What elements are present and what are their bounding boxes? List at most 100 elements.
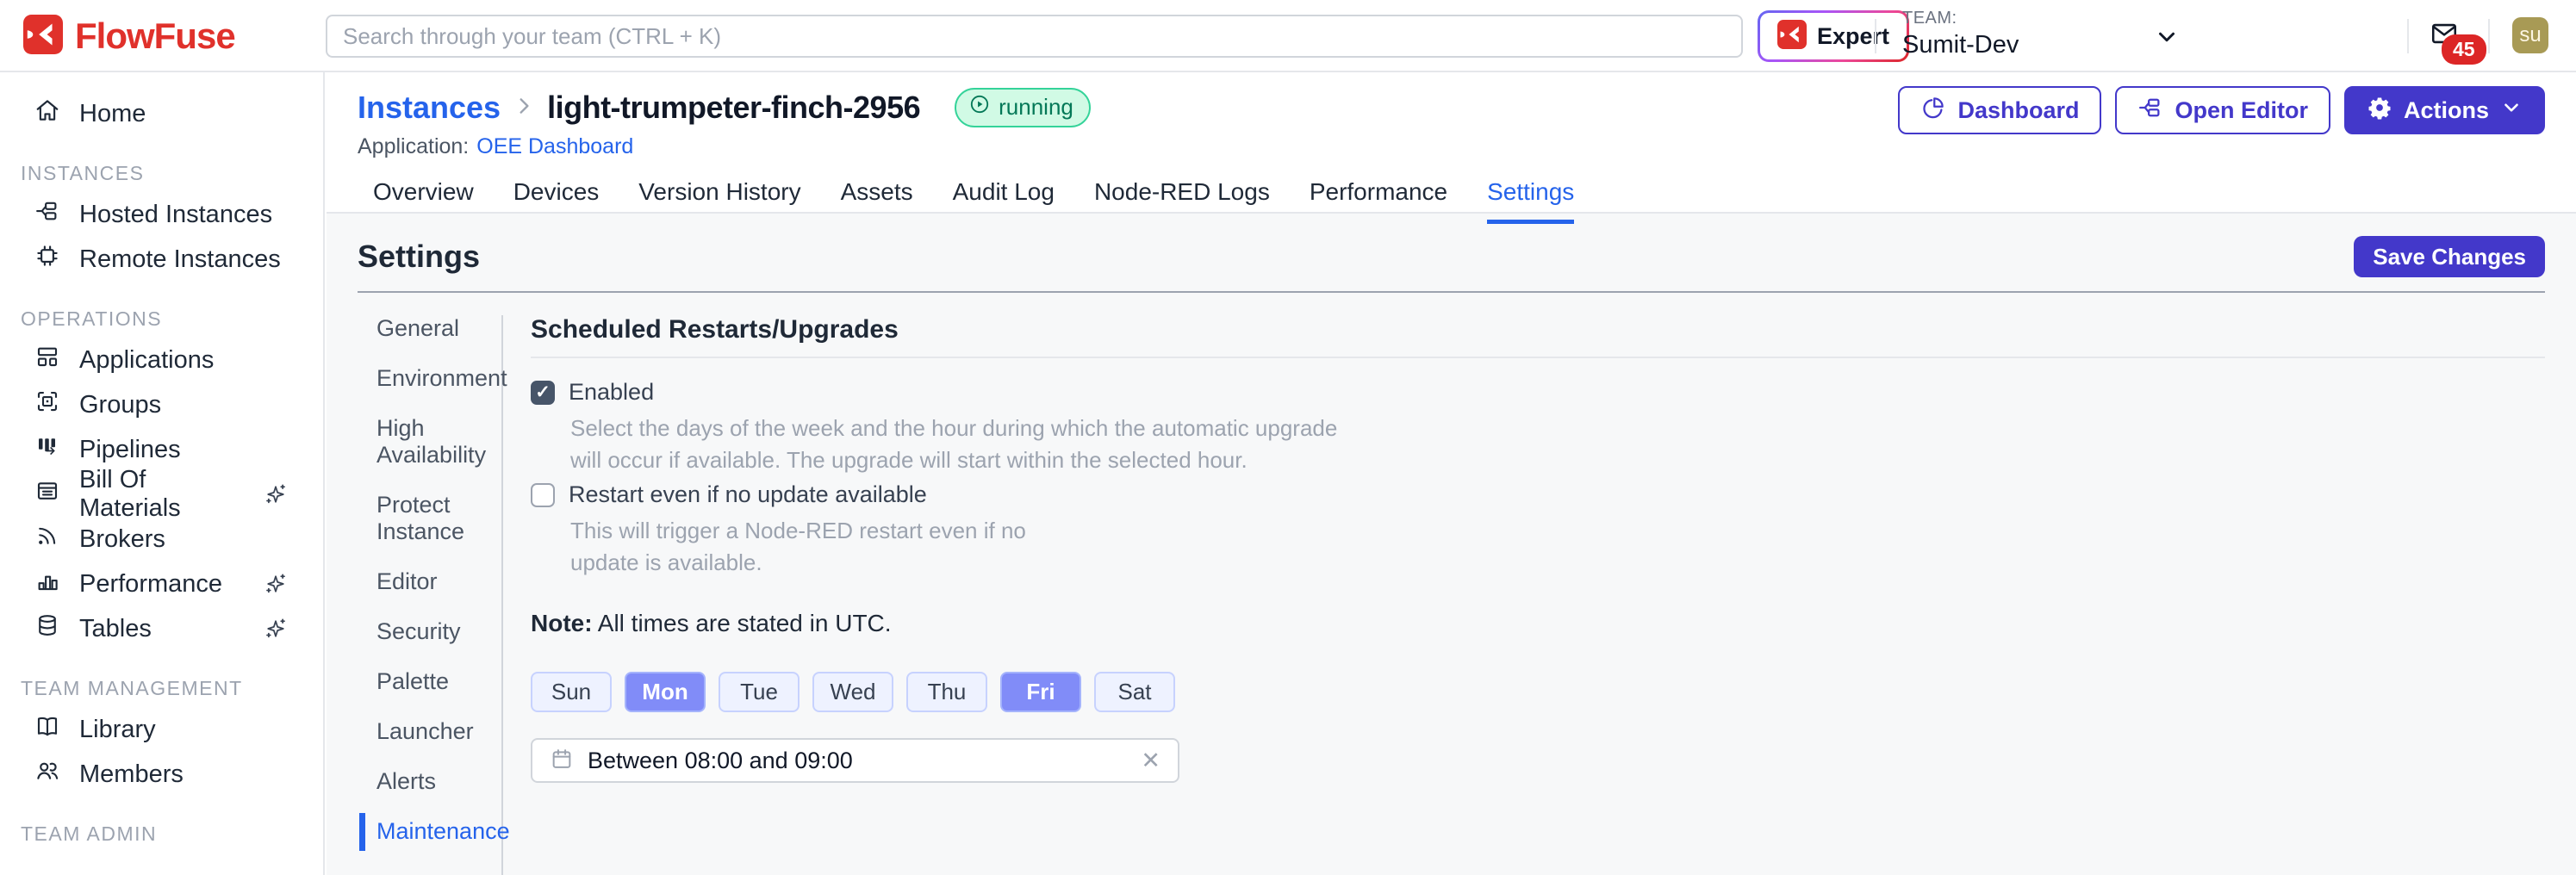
schedule-time-input[interactable]: Between 08:00 and 09:00 ✕ [531, 738, 1179, 783]
notifications-button[interactable]: 45 [2428, 19, 2461, 53]
sidebar-item-library[interactable]: Library [0, 707, 323, 752]
status-text: running [999, 94, 1073, 121]
sidebar-item-tables[interactable]: Tables [0, 606, 323, 651]
sidebar-item-performance[interactable]: Performance [0, 562, 323, 606]
sidebar-section-operations: OPERATIONS [21, 307, 323, 331]
top-bar: FlowFuse Expert TEAM: Sumit-Dev 45 su [0, 0, 2576, 72]
pipelines-icon [34, 433, 60, 466]
sidebar-item-applications[interactable]: Applications [0, 338, 323, 382]
dashboard-button[interactable]: Dashboard [1898, 86, 2101, 134]
day-button-fri[interactable]: Fri [1000, 672, 1081, 712]
sidebar-item-label: Remote Instances [79, 245, 281, 274]
play-circle-icon [968, 93, 991, 121]
utc-note: Note: All times are stated in UTC. [531, 610, 2545, 637]
breadcrumb-instances-link[interactable]: Instances [358, 90, 501, 126]
sidebar-item-remote-instances[interactable]: Remote Instances [0, 237, 323, 282]
main-content: Instances light-trumpeter-finch-2956 run… [327, 72, 2576, 875]
sidebar-section-instances: INSTANCES [21, 162, 323, 185]
sidebar-item-home[interactable]: Home [0, 91, 323, 136]
application-label: Application: [358, 134, 469, 159]
gear-icon [2367, 95, 2392, 127]
settings-nav-palette[interactable]: Palette [376, 668, 501, 695]
settings-nav-editor[interactable]: Editor [376, 568, 501, 595]
sidebar-section-team-management: TEAM MANAGEMENT [21, 677, 323, 700]
day-button-thu[interactable]: Thu [906, 672, 987, 712]
team-selector[interactable]: TEAM: Sumit-Dev [1902, 9, 2019, 59]
day-button-mon[interactable]: Mon [625, 672, 706, 712]
pie-chart-icon [1920, 95, 1946, 127]
open-editor-button[interactable]: Open Editor [2115, 86, 2330, 134]
expert-flowfuse-icon [1777, 20, 1807, 53]
settings-nav-protect-instance[interactable]: Protect Instance [376, 492, 501, 545]
tab-devices[interactable]: Devices [513, 178, 600, 224]
settings-nav-security[interactable]: Security [376, 618, 501, 645]
schedule-time-text: Between 08:00 and 09:00 [588, 748, 853, 774]
tab-version-history[interactable]: Version History [638, 178, 800, 224]
tab-audit-log[interactable]: Audit Log [953, 178, 1055, 224]
sidebar-item-label: Members [79, 760, 184, 789]
book-icon [34, 713, 60, 746]
sidebar-item-members[interactable]: Members [0, 752, 323, 797]
enabled-checkbox[interactable]: ✓ [531, 381, 555, 405]
header-divider [2488, 19, 2490, 53]
broker-signal-icon [34, 523, 60, 555]
instance-header: Instances light-trumpeter-finch-2956 run… [327, 72, 2576, 214]
sparkle-icon [263, 571, 289, 597]
settings-nav: General Environment High Availability Pr… [358, 315, 501, 875]
database-icon [34, 612, 60, 645]
chevron-down-icon[interactable] [2154, 24, 2180, 54]
sidebar-item-groups[interactable]: Groups [0, 382, 323, 427]
sidebar-item-label: Hosted Instances [79, 201, 272, 229]
tab-node-red-logs[interactable]: Node-RED Logs [1094, 178, 1270, 224]
team-label: TEAM: [1902, 9, 2019, 28]
save-changes-button[interactable]: Save Changes [2354, 236, 2545, 277]
day-button-tue[interactable]: Tue [719, 672, 800, 712]
day-button-sat[interactable]: Sat [1094, 672, 1175, 712]
settings-section: Settings Save Changes General Environmen… [327, 214, 2576, 875]
sparkle-icon [263, 481, 289, 507]
instance-name: light-trumpeter-finch-2956 [547, 90, 920, 126]
groups-chip-icon [34, 388, 60, 421]
settings-nav-general[interactable]: General [376, 315, 501, 342]
team-name: Sumit-Dev [1902, 31, 2019, 59]
flow-nodes-icon [34, 198, 60, 231]
tab-assets[interactable]: Assets [841, 178, 913, 224]
status-badge: running [955, 88, 1091, 127]
sidebar-item-bill-of-materials[interactable]: Bill Of Materials [0, 472, 323, 517]
settings-nav-environment[interactable]: Environment [376, 365, 501, 392]
tab-performance[interactable]: Performance [1310, 178, 1447, 224]
day-button-sun[interactable]: Sun [531, 672, 612, 712]
actions-button-label: Actions [2404, 97, 2489, 124]
sidebar-item-label: Library [79, 716, 156, 744]
enabled-description: Select the days of the week and the hour… [570, 413, 2545, 476]
actions-button[interactable]: Actions [2344, 86, 2545, 134]
clear-schedule-icon[interactable]: ✕ [1141, 748, 1160, 774]
sidebar-item-label: Brokers [79, 525, 165, 554]
application-link[interactable]: OEE Dashboard [476, 134, 633, 159]
settings-nav-launcher[interactable]: Launcher [376, 718, 501, 745]
tab-overview[interactable]: Overview [373, 178, 474, 224]
settings-nav-maintenance[interactable]: Maintenance [376, 818, 501, 845]
sidebar-item-hosted-instances[interactable]: Hosted Instances [0, 192, 323, 237]
flowfuse-logo-icon [23, 15, 63, 59]
tab-settings[interactable]: Settings [1487, 178, 1574, 224]
settings-nav-high-availability[interactable]: High Availability [376, 415, 501, 469]
avatar[interactable]: su [2512, 17, 2548, 53]
bill-of-materials-icon [34, 478, 60, 511]
restart-label: Restart even if no update available [569, 481, 927, 508]
breadcrumb-chevron-icon [513, 95, 535, 121]
restart-checkbox[interactable]: ✓ [531, 483, 555, 507]
expert-button[interactable]: Expert [1758, 10, 1909, 62]
flowfuse-logo[interactable]: FlowFuse [23, 0, 235, 72]
chevron-down-icon [2500, 96, 2523, 125]
sidebar-item-label: Applications [79, 346, 214, 375]
header-divider [2407, 19, 2409, 53]
settings-nav-alerts[interactable]: Alerts [376, 768, 501, 795]
home-icon [34, 97, 60, 130]
sidebar-item-label: Tables [79, 615, 152, 643]
calendar-icon [550, 747, 574, 775]
day-button-wed[interactable]: Wed [812, 672, 893, 712]
sidebar-item-brokers[interactable]: Brokers [0, 517, 323, 562]
search-input[interactable] [326, 15, 1743, 58]
sidebar-item-label: Groups [79, 391, 161, 419]
